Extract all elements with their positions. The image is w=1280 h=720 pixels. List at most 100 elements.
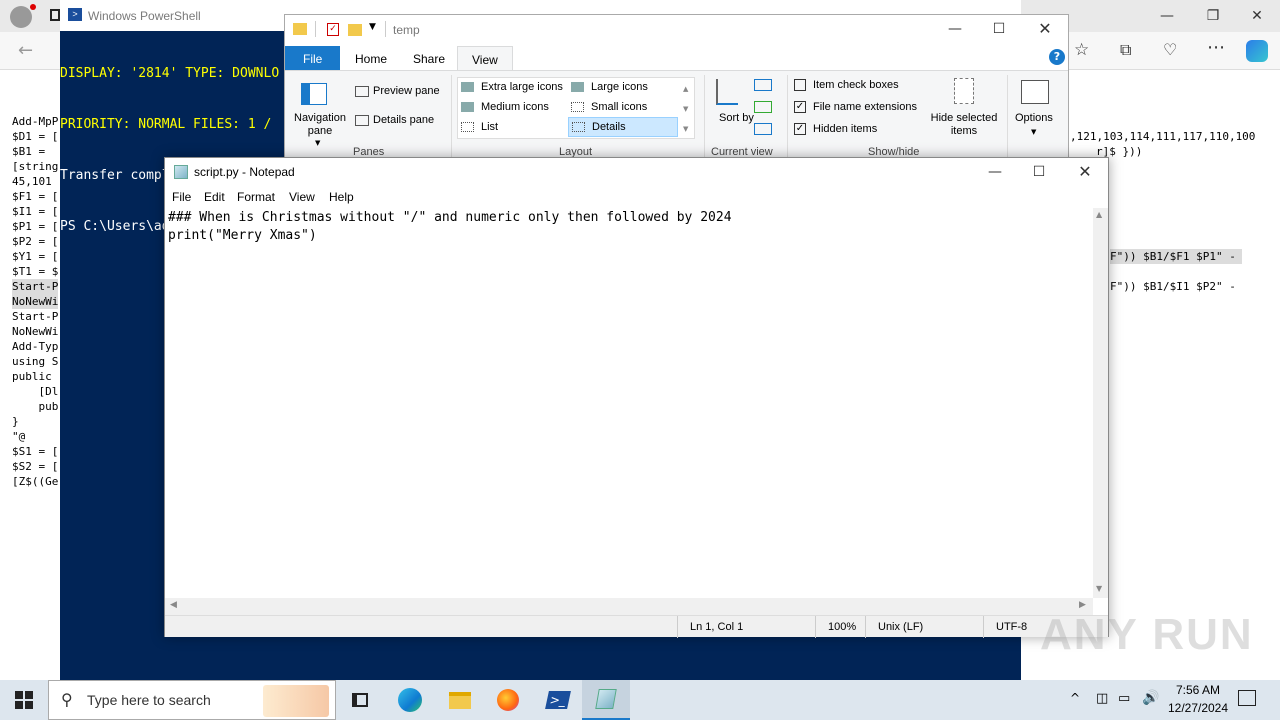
favorite-star-icon[interactable]: ☆ [1074,40,1089,60]
file-explorer-taskbar-icon[interactable] [436,680,484,720]
volume-icon[interactable]: 🔊 [1142,690,1159,706]
checkbox-checked-icon: ✓ [794,101,806,114]
settings-more-icon[interactable]: ⋯ [1207,37,1225,58]
scroll-right-icon[interactable]: ▶ [1079,600,1086,610]
layout-label: Large icons [591,81,648,93]
notepad-status-bar: Ln 1, Col 1 100% Unix (LF) UTF-8 [165,615,1108,638]
new-folder-icon[interactable] [348,24,362,36]
group-separator [704,75,705,159]
copilot-icon[interactable] [1246,40,1268,62]
group-separator [787,75,788,159]
menu-file[interactable]: File [172,190,191,204]
menu-help[interactable]: Help [329,190,354,204]
notepad-titlebar: script.py - Notepad — ☐ ✕ [165,158,1108,186]
network-icon[interactable]: ◫ [1096,691,1108,706]
explorer-maximize-button[interactable]: ☐ [976,15,1022,43]
layout-list[interactable]: List [461,121,498,133]
checkbox-label: Hidden items [813,123,878,135]
options-icon[interactable] [1021,80,1049,104]
navigation-pane-button[interactable]: Navigation pane [291,112,349,138]
options-button[interactable]: Options [1015,112,1053,124]
tab-share[interactable]: Share [399,46,459,70]
layout-label: Medium icons [481,101,549,113]
chevron-up-icon[interactable]: ^ [1070,691,1080,705]
text-line-2: print("Merry Xmas") [168,228,317,243]
collections-icon[interactable]: ⧉ [1120,40,1131,60]
extra-large-icons-icon [461,82,474,93]
hide-selected-items-button[interactable]: Hide selected items [927,112,1001,138]
notepad-text-area[interactable]: ### When is Christmas without "/" and nu… [165,208,1093,598]
status-line-ending: Unix (LF) [865,616,983,638]
notepad-minimize-button[interactable]: — [972,158,1018,186]
tab-home[interactable]: Home [341,46,401,70]
menu-view[interactable]: View [289,190,315,204]
powershell-taskbar-icon[interactable]: >_ [534,680,582,720]
tab-file[interactable]: File [285,46,341,70]
display-icon[interactable]: ▭ [1118,691,1130,706]
status-zoom: 100% [815,616,865,638]
preview-pane-icon [355,85,369,97]
details-pane-button[interactable]: Details pane [355,114,434,126]
start-button[interactable] [0,680,48,720]
scroll-left-icon[interactable]: ◀ [170,600,177,610]
menu-format[interactable]: Format [237,190,275,204]
qat-dropdown-icon[interactable]: ▼ [369,22,376,32]
firefox-taskbar-icon[interactable] [484,680,532,720]
layout-large-icons[interactable]: Large icons [571,81,648,93]
large-icons-icon [571,82,584,93]
tab-actions-icon[interactable] [50,9,60,21]
layout-extra-large-icons[interactable]: Extra large icons [461,81,563,93]
notepad-maximize-button[interactable]: ☐ [1016,158,1062,186]
console-line: PRIORITY: NORMAL FILES: 1 / [60,117,272,132]
size-columns-icon[interactable] [754,123,772,135]
script-text-left: Add-MpP $D1 = [$B1 = [string 45,101 $F1 = [$… [12,115,59,488]
group-by-icon[interactable] [754,79,772,91]
clock-date[interactable]: 12/27/2024 [1161,701,1235,715]
notepad-taskbar-icon[interactable] [582,680,630,720]
profile-avatar[interactable] [10,6,32,28]
group-separator [451,75,452,159]
sort-by-button[interactable]: Sort by [719,112,754,125]
hide-selected-items-icon[interactable] [954,78,974,104]
explorer-close-button[interactable]: ✕ [1022,15,1068,43]
help-icon[interactable]: ? [1049,49,1065,65]
browser-essentials-icon[interactable]: ♡ [1163,40,1177,59]
title-separator [385,21,386,37]
notepad-icon [174,165,188,179]
layout-details[interactable]: Details [568,117,678,137]
explorer-minimize-button[interactable]: — [932,15,978,43]
hidden-items-toggle[interactable]: ✓ Hidden items [794,123,878,136]
task-view-icon[interactable] [336,680,384,720]
file-explorer-window[interactable]: ✓ ▼ temp — ☐ ✕ File Home Share View ? Na… [284,14,1069,161]
properties-icon[interactable]: ✓ [327,23,339,36]
clock-time[interactable]: 7:56 AM [1166,683,1230,697]
details-icon [572,122,585,133]
edge-taskbar-icon[interactable] [386,680,434,720]
edge-restore-button[interactable]: ❐ [1190,2,1236,30]
horizontal-scrollbar[interactable]: ◀ ▶ [165,598,1093,615]
status-position: Ln 1, Col 1 [677,616,815,638]
edge-close-button[interactable]: ✕ [1234,2,1280,30]
item-check-boxes-toggle[interactable]: Item check boxes [794,79,899,92]
back-arrow-icon[interactable]: ← [18,40,33,61]
layout-medium-icons[interactable]: Medium icons [461,101,549,113]
sort-by-icon[interactable] [716,79,738,105]
layout-small-icons[interactable]: Small icons [571,101,647,113]
navigation-pane-icon[interactable] [301,83,327,105]
add-columns-icon[interactable] [754,101,772,113]
scroll-up-icon[interactable]: ▲ [1096,210,1102,219]
details-pane-label: Details pane [373,114,435,126]
gallery-scroll-icon[interactable]: ▲ ▼ ▼ [683,79,688,139]
taskbar-search-box[interactable]: ⚲ Type here to search [48,680,336,720]
menu-edit[interactable]: Edit [204,190,225,204]
edge-minimize-button[interactable]: — [1144,2,1190,30]
notifications-icon[interactable] [1238,690,1256,706]
notepad-close-button[interactable]: ✕ [1062,158,1108,186]
preview-pane-button[interactable]: Preview pane [355,85,440,97]
scroll-down-icon[interactable]: ▼ [1096,584,1102,593]
notepad-window[interactable]: script.py - Notepad — ☐ ✕ File Edit Form… [164,157,1109,638]
vertical-scrollbar[interactable]: ▲ ▼ [1093,208,1108,598]
tab-view[interactable]: View [457,46,513,70]
file-name-extensions-toggle[interactable]: ✓ File name extensions [794,101,917,114]
layout-label: List [481,121,499,133]
